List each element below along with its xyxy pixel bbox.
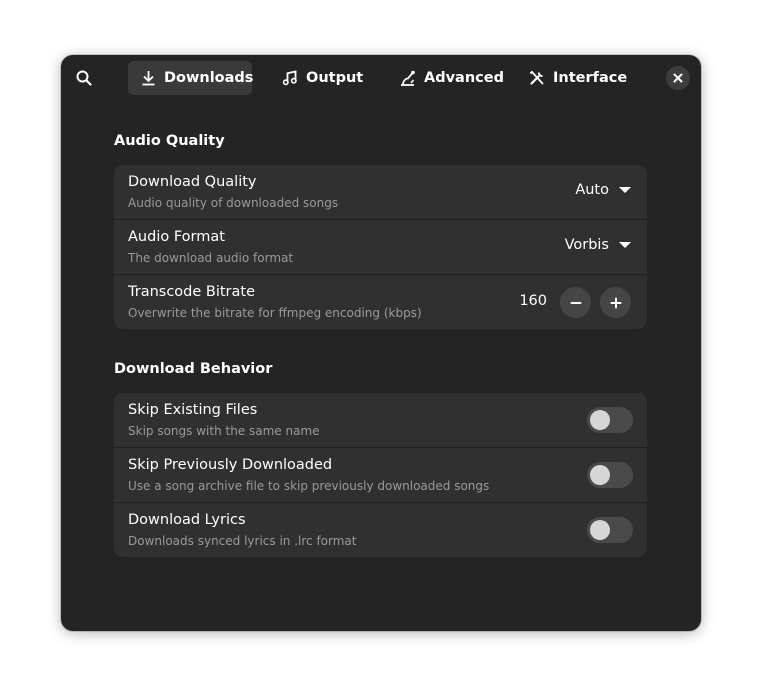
search-button[interactable] — [71, 65, 97, 91]
switch-knob — [590, 410, 610, 430]
skip-existing-switch[interactable] — [587, 407, 633, 433]
download-icon — [142, 71, 155, 86]
caret-down-icon — [619, 187, 631, 193]
download-quality-subtitle: Audio quality of downloaded songs — [128, 196, 339, 210]
switch-knob — [590, 520, 610, 540]
close-icon — [673, 73, 683, 83]
transcode-bitrate-subtitle: Overwrite the bitrate for ffmpeg encodin… — [128, 306, 422, 320]
skip-existing-row[interactable]: Skip Existing Files Skip songs with the … — [114, 393, 647, 448]
skip-existing-title: Skip Existing Files — [128, 402, 258, 418]
tools-icon — [529, 70, 544, 85]
preferences-window: Downloads Output Advanced Interface Audi… — [61, 55, 701, 631]
audio-format-subtitle: The download audio format — [128, 251, 294, 265]
increment-button[interactable] — [600, 287, 631, 318]
download-lyrics-switch[interactable] — [587, 517, 633, 543]
decrement-button[interactable] — [560, 287, 591, 318]
minus-icon — [570, 301, 581, 304]
tab-advanced[interactable]: Advanced — [386, 61, 504, 95]
transcode-bitrate-value[interactable]: 160 — [519, 293, 547, 309]
transcode-bitrate-row: Transcode Bitrate Overwrite the bitrate … — [114, 275, 647, 329]
switch-knob — [590, 465, 610, 485]
tab-output-label: Output — [306, 70, 364, 86]
download-behavior-group: Skip Existing Files Skip songs with the … — [114, 393, 647, 557]
download-quality-value: Auto — [575, 182, 609, 198]
download-quality-title: Download Quality — [128, 174, 257, 190]
advanced-icon — [401, 70, 415, 86]
audio-format-value: Vorbis — [564, 237, 609, 253]
tab-downloads[interactable]: Downloads — [128, 61, 254, 95]
tab-output[interactable]: Output — [269, 61, 370, 95]
download-lyrics-subtitle: Downloads synced lyrics in .lrc format — [128, 534, 357, 548]
tab-interface[interactable]: Interface — [516, 61, 628, 95]
caret-down-icon — [619, 242, 631, 248]
music-note-icon — [282, 70, 297, 86]
audio-format-row[interactable]: Audio Format The download audio format V… — [114, 220, 647, 275]
skip-previous-title: Skip Previously Downloaded — [128, 457, 333, 473]
skip-previous-switch[interactable] — [587, 462, 633, 488]
download-lyrics-row[interactable]: Download Lyrics Downloads synced lyrics … — [114, 503, 647, 557]
skip-previous-subtitle: Use a song archive file to skip previous… — [128, 479, 490, 493]
tab-interface-label: Interface — [553, 70, 628, 86]
skip-previous-row[interactable]: Skip Previously Downloaded Use a song ar… — [114, 448, 647, 503]
section-title-download-behavior: Download Behavior — [114, 361, 273, 377]
tab-downloads-label: Downloads — [164, 70, 254, 86]
audio-format-dropdown[interactable]: Vorbis — [565, 237, 631, 253]
plus-icon — [610, 297, 621, 308]
search-icon — [76, 70, 92, 86]
download-quality-row[interactable]: Download Quality Audio quality of downlo… — [114, 165, 647, 220]
skip-existing-subtitle: Skip songs with the same name — [128, 424, 320, 438]
download-quality-dropdown[interactable]: Auto — [575, 182, 631, 198]
transcode-bitrate-title: Transcode Bitrate — [128, 284, 256, 300]
download-lyrics-title: Download Lyrics — [128, 512, 246, 528]
section-title-audio-quality: Audio Quality — [114, 133, 225, 149]
audio-quality-group: Download Quality Audio quality of downlo… — [114, 165, 647, 329]
tab-advanced-label: Advanced — [424, 70, 504, 86]
audio-format-title: Audio Format — [128, 229, 225, 245]
close-button[interactable] — [666, 66, 690, 90]
